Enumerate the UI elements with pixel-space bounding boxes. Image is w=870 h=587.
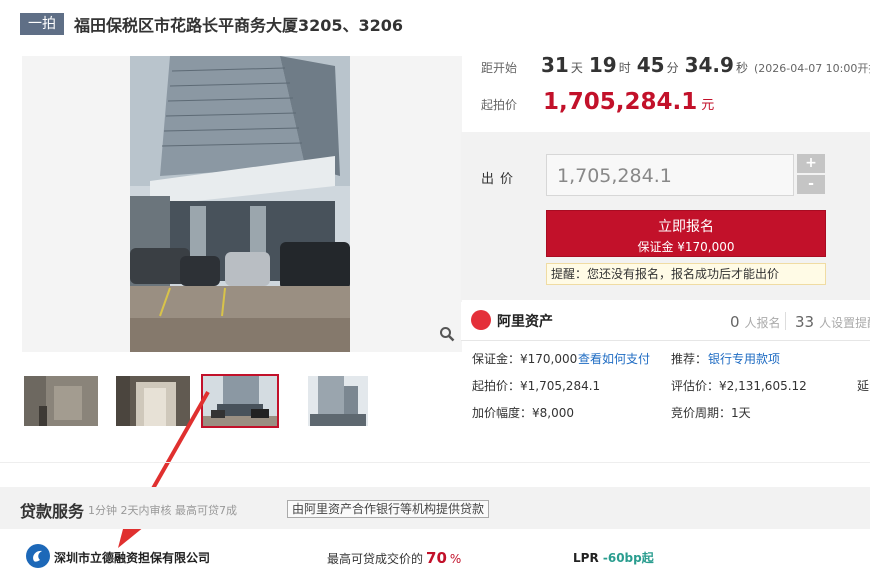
countdown-days-unit: 天 (570, 61, 583, 75)
bid-box: 出价 1,705,284.1 + - 立即报名 保证金 ¥170,000 提醒：… (461, 132, 870, 300)
countdown-days: 31 (541, 53, 569, 77)
detail-delay: 延时 (857, 379, 870, 393)
signup-button[interactable]: 立即报名 保证金 ¥170,000 (546, 210, 826, 257)
countdown-hours-unit: 时 (618, 61, 631, 75)
countdown-seconds-unit: 秒 (735, 61, 748, 75)
signup-tip: 提醒：您还没有报名，报名成功后才能出价 (546, 263, 826, 285)
how-to-pay-link[interactable]: 查看如何支付 (578, 350, 650, 367)
building-photo (130, 56, 350, 352)
max-loan-ratio: 最高可贷成交价的 70% (327, 549, 461, 567)
auction-page: 一拍 福田保税区市花路长平商务大厦3205、3206 距开始 31 天 19 时… (0, 0, 870, 587)
lender-logo-icon (26, 544, 50, 568)
countdown-start-time: (2026-04-07 10:00开拍) (753, 62, 870, 75)
countdown-seconds: 34.9 (684, 53, 734, 77)
section-divider (0, 462, 870, 463)
thumbnail-4[interactable] (292, 374, 370, 428)
reminder-count-label: 人设置提醒 (819, 316, 870, 330)
lender-row[interactable]: 深圳市立德融资担保有限公司 最高可贷成交价的 70% LPR -60bp起 (0, 540, 870, 576)
photo-gallery (22, 56, 462, 352)
loan-title: 贷款服务 (20, 502, 85, 521)
detail-cycle: 竞价周期：1天 (671, 406, 751, 420)
signup-count-label: 人报名 (744, 316, 781, 330)
zoom-magnifier-icon[interactable] (436, 326, 458, 348)
agency-name: 阿里资产 (497, 314, 553, 330)
page-title: 福田保税区市花路长平商务大厦3205、3206 (74, 16, 404, 35)
max-loan-unit: % (449, 552, 462, 566)
detail-start-price: 起拍价：¥1,705,284.1 (472, 379, 601, 393)
max-loan-percent: 70 (426, 549, 447, 567)
lpr-value: -60bp起 (602, 551, 654, 565)
detail-appraisal: 评估价：¥2,131,605.12 (671, 379, 807, 393)
loan-provider-tag: 由阿里资产合作银行等机构提供贷款 (287, 500, 490, 518)
main-photo[interactable] (130, 56, 350, 352)
lpr-rate: LPR -60bp起 (573, 549, 654, 566)
detail-increment: 加价幅度：¥8,000 (472, 406, 574, 420)
thumbnail-2[interactable] (114, 374, 192, 428)
signup-count-value: 0 (730, 313, 740, 331)
agency-bar: 阿里资产 0 人报名 33 人设置提醒 (461, 302, 870, 340)
lpr-label: LPR (573, 551, 599, 565)
reminder-count: 33 人设置提醒 (795, 313, 870, 331)
loan-description: 1分钟 2天内审核 最高可贷7成 (88, 504, 237, 517)
lender-name[interactable]: 深圳市立德融资担保有限公司 (54, 549, 210, 566)
countdown-row: 距开始 31 天 19 时 45 分 34.9 秒 (2026-04-07 10… (481, 53, 870, 77)
start-price-label: 起拍价 (481, 98, 518, 112)
bid-label: 出价 (481, 172, 520, 187)
reminder-count-value: 33 (795, 313, 815, 331)
countdown-label: 距开始 (481, 61, 518, 75)
thumbnail-1[interactable] (22, 374, 100, 428)
thumbnail-3[interactable] (201, 374, 279, 428)
start-price-value: 1,705,284.1 (543, 89, 698, 115)
title-row: 一拍 福田保税区市花路长平商务大厦3205、3206 (20, 12, 403, 36)
loan-service-header: 贷款服务 1分钟 2天内审核 最高可贷7成 由阿里资产合作银行等机构提供贷款 (0, 487, 870, 529)
signup-deposit-label: 保证金 ¥170,000 (637, 240, 735, 254)
bid-decrease-button[interactable]: - (797, 175, 825, 194)
bid-amount-input[interactable]: 1,705,284.1 (546, 154, 794, 196)
bid-increase-button[interactable]: + (797, 154, 825, 173)
max-loan-label: 最高可贷成交价的 (327, 552, 424, 566)
count-divider (785, 312, 786, 330)
info-divider (461, 340, 870, 341)
auction-round-badge: 一拍 (20, 13, 64, 35)
start-price-unit: 元 (701, 98, 715, 113)
signup-count: 0 人报名 (730, 313, 781, 331)
ali-assets-logo-icon (471, 310, 491, 330)
signup-button-label: 立即报名 (658, 219, 714, 235)
recommend-label: 推荐： (671, 352, 708, 366)
countdown-hours: 19 (588, 53, 617, 77)
countdown-minutes: 45 (636, 53, 665, 77)
deposit-amount: 保证金：¥170,000 (472, 352, 578, 366)
start-price-row: 起拍价 1,705,284.1 元 (481, 89, 714, 115)
bank-payment-link[interactable]: 银行专用款项 (708, 350, 780, 367)
countdown-minutes-unit: 分 (666, 61, 679, 75)
